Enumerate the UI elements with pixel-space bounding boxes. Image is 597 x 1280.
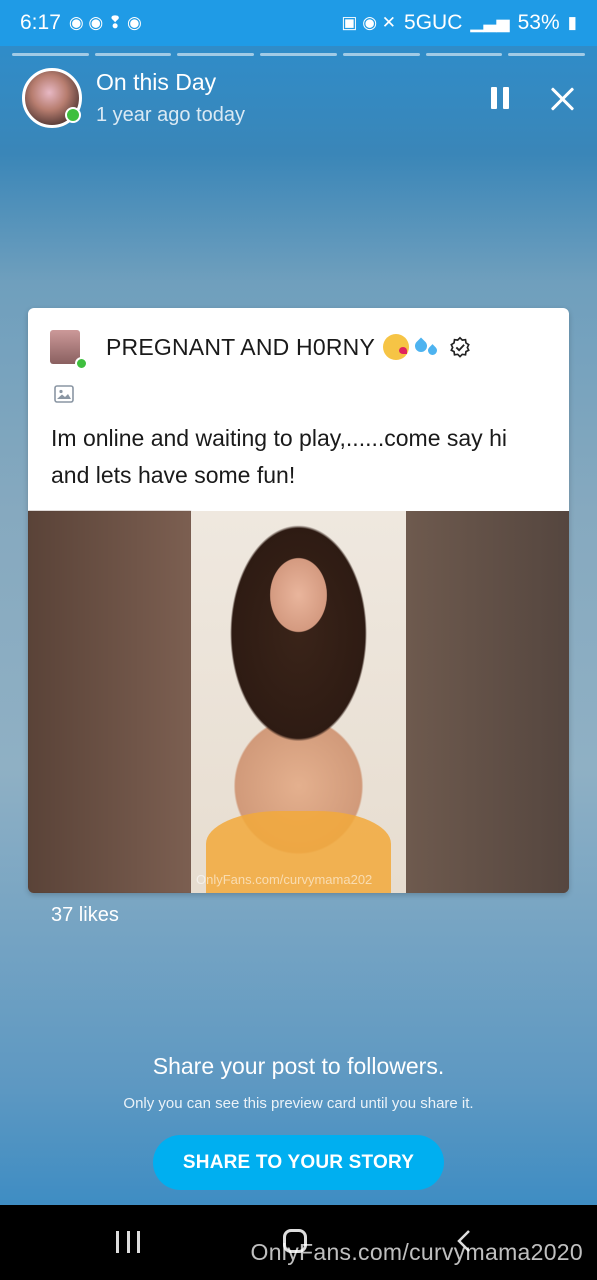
verified-icon — [450, 336, 470, 358]
online-indicator — [75, 357, 88, 370]
progress-segment — [260, 53, 337, 56]
story-header: On this Day 1 year ago today — [22, 68, 575, 128]
post-text: Im online and waiting to play,......come… — [51, 425, 507, 488]
likes-count: 37 likes — [51, 904, 119, 926]
notification-icons: ◉ ◉ ❢ ◉ — [68, 13, 142, 32]
share-title: Share your post to followers. — [152, 1053, 445, 1079]
navigation-bar: OnlyFans.com/curvymama2020 — [0, 1205, 597, 1280]
recents-icon[interactable] — [116, 1231, 140, 1253]
post-header: PREGNANT AND H0RNY — [50, 330, 547, 370]
image-icon — [54, 385, 74, 403]
network-label: 5GUC — [404, 11, 463, 34]
status-right: ▣ ◉ ✕ 5GUC ▁▃▅ 53% ▮ — [341, 11, 577, 35]
progress-segment — [94, 53, 172, 56]
progress-segment — [425, 53, 503, 56]
online-indicator — [65, 107, 81, 123]
kiss-emoji-icon — [383, 334, 410, 360]
share-to-story-button[interactable]: SHARE TO YOUR STORY — [153, 1135, 444, 1190]
header-text: On this Day 1 year ago today — [96, 69, 245, 127]
story-progress — [12, 53, 586, 56]
avatar[interactable] — [22, 68, 82, 128]
battery-label: 53% — [517, 11, 560, 34]
media-watermark: OnlyFans.com/curvymama202 — [196, 872, 373, 887]
post-author[interactable]: PREGNANT AND H0RNY — [106, 334, 375, 361]
pause-icon[interactable] — [487, 85, 513, 111]
story-subtitle: 1 year ago today — [96, 104, 245, 126]
status-time: 6:17 — [20, 11, 61, 34]
progress-segment — [342, 53, 420, 56]
status-left: 6:17 ◉ ◉ ❢ ◉ — [20, 11, 142, 35]
media-blur-right — [406, 511, 569, 893]
share-subtitle: Only you can see this preview card until… — [123, 1095, 474, 1112]
post-card[interactable]: PREGNANT AND H0RNY Im online and waiting… — [28, 308, 569, 893]
progress-segment — [12, 53, 89, 56]
status-bar: 6:17 ◉ ◉ ❢ ◉ ▣ ◉ ✕ 5GUC ▁▃▅ 53% ▮ — [0, 0, 597, 46]
post-avatar[interactable] — [50, 330, 88, 370]
droplets-emoji-icon — [413, 336, 439, 358]
media-blur-left — [28, 511, 191, 893]
post-media[interactable]: OnlyFans.com/curvymama202 — [28, 511, 569, 893]
story-title: On this Day — [96, 69, 217, 95]
system-icons: ▣ ◉ ✕ — [341, 13, 397, 32]
progress-segment — [177, 53, 255, 56]
signal-icon: ▁▃▅ — [470, 13, 510, 32]
header-actions — [487, 85, 575, 111]
battery-icon: ▮ — [567, 13, 577, 32]
close-icon[interactable] — [549, 85, 575, 111]
nav-watermark: OnlyFans.com/curvymama2020 — [250, 1239, 583, 1265]
progress-segment — [508, 53, 586, 56]
